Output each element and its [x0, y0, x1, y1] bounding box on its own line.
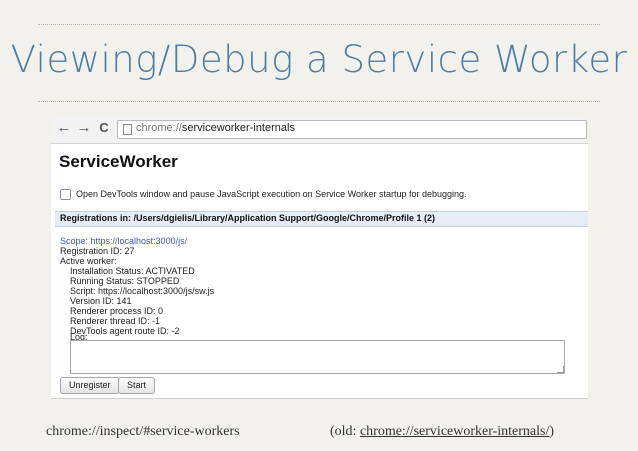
slide-title: Viewing/Debug a Service Worker	[10, 38, 628, 81]
script-line: Script: https://localhost:3000/js/sw.js	[70, 286, 215, 296]
registration-id-line: Registration ID: 27	[60, 246, 135, 256]
installation-status-line: Installation Status: ACTIVATED	[70, 266, 195, 276]
renderer-process-id-line: Renderer process ID: 0	[70, 306, 164, 316]
registrations-heading: Registrations in: /Users/dgielis/Library…	[60, 213, 436, 223]
browser-screenshot: ← → C chrome://serviceworker-internals S…	[51, 116, 588, 399]
version-id-line: Version ID: 141	[70, 296, 132, 306]
address-bar[interactable]: chrome://serviceworker-internals	[117, 120, 587, 139]
active-worker-line: Active worker:	[60, 256, 117, 266]
reload-icon[interactable]: C	[95, 119, 113, 137]
unregister-button[interactable]: Unregister	[60, 377, 120, 394]
title-divider	[38, 101, 600, 102]
old-url-prefix: (old:	[330, 424, 360, 439]
old-url-link[interactable]: chrome://serviceworker-internals/	[360, 424, 549, 439]
running-status-line: Running Status: STOPPED	[70, 276, 180, 286]
url-scheme: chrome://	[136, 122, 182, 134]
pause-on-startup-checkbox[interactable]	[60, 189, 71, 200]
inspect-url: chrome://inspect/#service-workers	[46, 424, 240, 439]
pause-on-startup-label: Open DevTools window and pause JavaScrip…	[76, 189, 467, 199]
scope-line: Scope: https://localhost:3000/js/	[60, 236, 188, 246]
forward-arrow-icon[interactable]: →	[75, 119, 93, 137]
url-path: serviceworker-internals	[181, 122, 295, 134]
old-url-note: (old: chrome://serviceworker-internals/)	[330, 424, 554, 440]
resize-grip-icon[interactable]	[557, 366, 564, 373]
log-textarea[interactable]	[70, 340, 565, 374]
browser-toolbar: ← → C chrome://serviceworker-internals	[51, 116, 588, 144]
registrations-header: Registrations in: /Users/dgielis/Library…	[55, 211, 588, 227]
page-heading: ServiceWorker	[59, 152, 178, 171]
address-text: chrome://serviceworker-internals	[136, 122, 295, 134]
renderer-thread-id-line: Renderer thread ID: -1	[70, 316, 161, 326]
page-icon	[123, 124, 132, 135]
start-button[interactable]: Start	[118, 377, 156, 394]
back-arrow-icon[interactable]: ←	[55, 119, 73, 137]
top-divider	[38, 24, 600, 25]
old-url-suffix: )	[549, 424, 555, 439]
